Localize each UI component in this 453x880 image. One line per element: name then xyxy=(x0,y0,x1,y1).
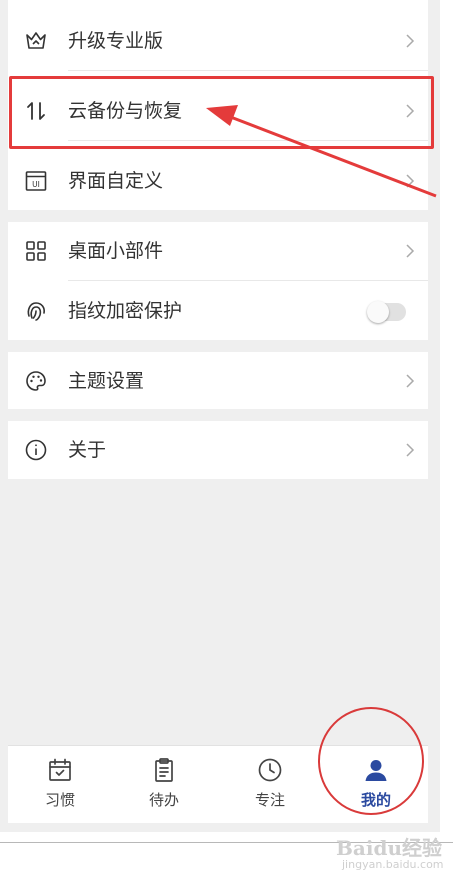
menu-item-fingerprint-lock: 指纹加密保护 xyxy=(8,282,428,340)
menu-item-theme-settings[interactable]: 主题设置 xyxy=(8,352,428,410)
menu-item-widgets[interactable]: 桌面小部件 xyxy=(8,222,428,280)
menu-card-about: 关于 xyxy=(8,421,428,479)
fingerprint-icon xyxy=(27,302,45,321)
chevron-right-icon xyxy=(406,374,415,388)
watermark-url: jingyan.baidu.com xyxy=(342,858,444,871)
clipboard-icon xyxy=(155,758,173,782)
watermark-logo: Baidu经验 xyxy=(336,836,442,860)
menu-item-about[interactable]: 关于 xyxy=(8,421,428,479)
tab-todo[interactable]: 待办 xyxy=(124,756,204,816)
menu-card-tools: 桌面小部件 指纹加密保护 xyxy=(8,222,428,340)
menu-item-ui-customize[interactable]: UI 界面自定义 xyxy=(8,152,428,210)
divider xyxy=(68,280,428,281)
tab-focus[interactable]: 专注 xyxy=(230,756,310,816)
ui-window-icon: UI xyxy=(25,171,47,191)
menu-item-label: 界面自定义 xyxy=(68,170,164,192)
toggle-knob xyxy=(367,301,389,323)
chevron-right-icon xyxy=(406,174,415,188)
chevron-right-icon xyxy=(406,34,415,48)
tab-label: 习惯 xyxy=(44,791,75,809)
annotation-highlight-box xyxy=(9,76,434,149)
tab-label: 专注 xyxy=(254,791,285,809)
svg-text:UI: UI xyxy=(32,180,40,189)
fingerprint-toggle[interactable] xyxy=(367,301,406,323)
menu-item-label: 主题设置 xyxy=(68,370,145,392)
menu-item-label: 指纹加密保护 xyxy=(68,300,183,322)
chevron-right-icon xyxy=(406,244,415,258)
info-icon xyxy=(25,439,47,461)
menu-card-theme: 主题设置 xyxy=(8,352,428,409)
chevron-right-icon xyxy=(406,443,415,457)
tab-label: 待办 xyxy=(148,791,179,809)
menu-item-upgrade-pro[interactable]: 升级专业版 xyxy=(8,12,428,70)
menu-item-label: 桌面小部件 xyxy=(68,240,164,262)
menu-item-label: 升级专业版 xyxy=(68,30,164,52)
widgets-grid-icon xyxy=(26,241,46,261)
calendar-check-icon xyxy=(49,758,71,781)
palette-icon xyxy=(26,371,46,391)
clock-icon xyxy=(258,758,282,782)
divider xyxy=(68,70,428,71)
crown-icon xyxy=(26,32,46,49)
baidu-watermark: Baidu经验 jingyan.baidu.com xyxy=(336,828,453,878)
annotation-circle xyxy=(318,707,424,815)
tab-habits[interactable]: 习惯 xyxy=(20,756,100,816)
menu-item-label: 关于 xyxy=(68,439,107,461)
